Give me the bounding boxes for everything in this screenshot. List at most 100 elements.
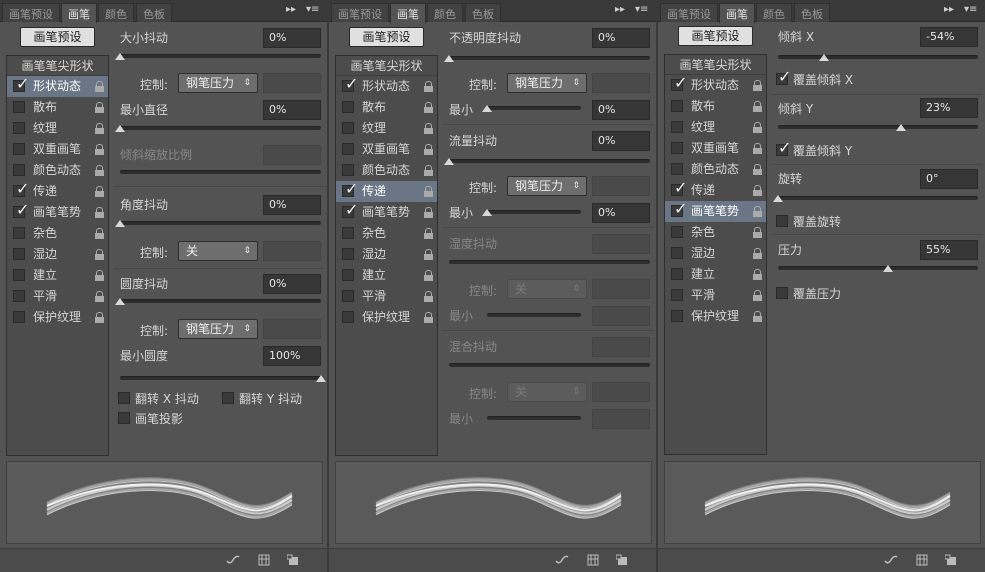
sidebar-checkbox[interactable]: ✓ [671,73,687,92]
grid-panel-icon[interactable] [916,554,928,566]
sidebar-checkbox[interactable] [671,247,683,259]
lock-icon[interactable] [95,291,104,302]
sidebar-checkbox[interactable] [342,122,354,134]
lock-icon[interactable] [424,186,433,197]
tab-brush[interactable]: 画笔 [719,3,755,23]
lock-icon[interactable] [424,123,433,134]
sidebar-item-protect-texture[interactable]: 保护纹理 [7,307,108,328]
roundness-jitter-input[interactable]: 0% [263,274,321,294]
slider-thumb[interactable] [115,125,125,132]
sidebar-checkbox[interactable]: ✓ [671,178,687,197]
opacity-jitter-input[interactable]: 0% [592,28,650,48]
lock-icon[interactable] [424,144,433,155]
tab-brush-presets[interactable]: 画笔预设 [331,3,389,22]
sidebar-checkbox[interactable]: ✓ [13,74,29,93]
lock-icon[interactable] [95,249,104,260]
sidebar-checkbox[interactable] [13,311,25,323]
min-flow-input[interactable]: 0% [592,203,650,223]
size-control-select[interactable]: 钢笔压力 ⇕ [178,73,258,93]
sidebar-item-smoothing[interactable]: 平滑 [7,286,108,307]
sidebar-item-protect-texture[interactable]: 保护纹理 [336,307,437,328]
sidebar-item-brush-tip-shape[interactable]: 画笔笔尖形状 [7,56,108,76]
lock-icon[interactable] [95,207,104,218]
slider-thumb[interactable] [896,124,906,131]
sidebar-item-texture[interactable]: 纹理 [336,118,437,139]
min-diameter-input[interactable]: 0% [263,100,321,120]
sidebar-checkbox[interactable] [671,310,683,322]
rotation-slider[interactable] [773,195,978,202]
sidebar-item-dual-brush[interactable]: 双重画笔 [665,138,766,159]
lock-icon[interactable] [424,81,433,92]
sidebar-item-brush-tip-shape[interactable]: 画笔笔尖形状 [665,55,766,75]
tab-color[interactable]: 颜色 [756,3,792,22]
flow-control-select[interactable]: 钢笔压力 ⇕ [507,176,587,196]
sidebar-item-shape-dynamics[interactable]: ✓ 形状动态 [665,73,766,96]
panel-menu-icon[interactable]: ▾≡ [964,4,977,15]
lock-icon[interactable] [753,227,762,238]
sidebar-item-brush-pose[interactable]: ✓ 画笔笔势 [336,200,437,223]
sidebar-item-protect-texture[interactable]: 保护纹理 [665,306,766,327]
sidebar-item-shape-dynamics[interactable]: ✓ 形状动态 [336,74,437,97]
lock-icon[interactable] [753,101,762,112]
roundness-control-select[interactable]: 钢笔压力 ⇕ [178,319,258,339]
expand-icon[interactable]: ▸▸ [286,4,296,15]
sidebar-item-brush-pose[interactable]: ✓ 画笔笔势 [7,200,108,223]
new-preset-icon[interactable] [286,554,299,566]
sidebar-checkbox[interactable] [342,101,354,113]
new-preset-icon[interactable] [615,554,628,566]
angle-jitter-input[interactable]: 0% [263,195,321,215]
roundness-jitter-slider[interactable] [115,298,321,305]
sidebar-checkbox[interactable] [671,100,683,112]
sidebar-item-color-dynamics[interactable]: 颜色动态 [665,159,766,180]
sidebar-item-noise[interactable]: 杂色 [7,223,108,244]
slider-thumb[interactable] [883,265,893,272]
lock-icon[interactable] [753,290,762,301]
sidebar-checkbox[interactable] [342,143,354,155]
sidebar-item-texture[interactable]: 纹理 [7,118,108,139]
tab-swatches[interactable]: 色板 [794,3,830,22]
opacity-control-select[interactable]: 钢笔压力 ⇕ [507,73,587,93]
override-rotation-checkbox[interactable] [776,215,788,227]
sidebar-checkbox[interactable] [342,248,354,260]
rotation-input[interactable]: 0° [920,169,978,189]
sidebar-checkbox[interactable] [342,164,354,176]
sidebar-checkbox[interactable] [671,268,683,280]
tab-brush-presets[interactable]: 画笔预设 [2,3,60,22]
size-jitter-slider[interactable] [115,53,321,60]
sidebar-item-build-up[interactable]: 建立 [336,265,437,286]
lock-icon[interactable] [424,249,433,260]
brush-toggle-icon[interactable] [555,554,569,566]
flip-y-checkbox[interactable] [222,392,234,404]
angle-control-select[interactable]: 关 ⇕ [178,241,258,261]
grid-panel-icon[interactable] [587,554,599,566]
lock-icon[interactable] [95,228,104,239]
sidebar-item-smoothing[interactable]: 平滑 [665,285,766,306]
new-preset-icon[interactable] [944,554,957,566]
tilt-y-input[interactable]: 23% [920,98,978,118]
sidebar-checkbox[interactable] [13,101,25,113]
brush-presets-button[interactable]: 画笔预设 [349,27,424,47]
sidebar-checkbox[interactable] [671,121,683,133]
sidebar-item-brush-tip-shape[interactable]: 画笔笔尖形状 [336,56,437,76]
override-tilt-x-checkbox[interactable]: ✓ [776,67,791,86]
lock-icon[interactable] [753,269,762,280]
sidebar-item-wet-edges[interactable]: 湿边 [665,243,766,264]
sidebar-checkbox[interactable] [13,164,25,176]
tab-swatches[interactable]: 色板 [465,3,501,22]
lock-icon[interactable] [424,228,433,239]
slider-thumb[interactable] [482,209,492,216]
lock-icon[interactable] [95,165,104,176]
sidebar-item-brush-pose[interactable]: ✓ 画笔笔势 [665,199,766,222]
sidebar-item-transfer[interactable]: ✓ 传递 [7,179,108,202]
lock-icon[interactable] [424,291,433,302]
expand-icon[interactable]: ▸▸ [944,4,954,15]
lock-icon[interactable] [753,164,762,175]
tab-brush[interactable]: 画笔 [390,3,426,23]
min-opacity-slider[interactable] [482,105,581,112]
tab-swatches[interactable]: 色板 [136,3,172,22]
lock-icon[interactable] [753,311,762,322]
size-jitter-input[interactable]: 0% [263,28,321,48]
brush-presets-button[interactable]: 画笔预设 [20,27,95,47]
slider-thumb[interactable] [316,375,326,382]
sidebar-checkbox[interactable] [13,248,25,260]
